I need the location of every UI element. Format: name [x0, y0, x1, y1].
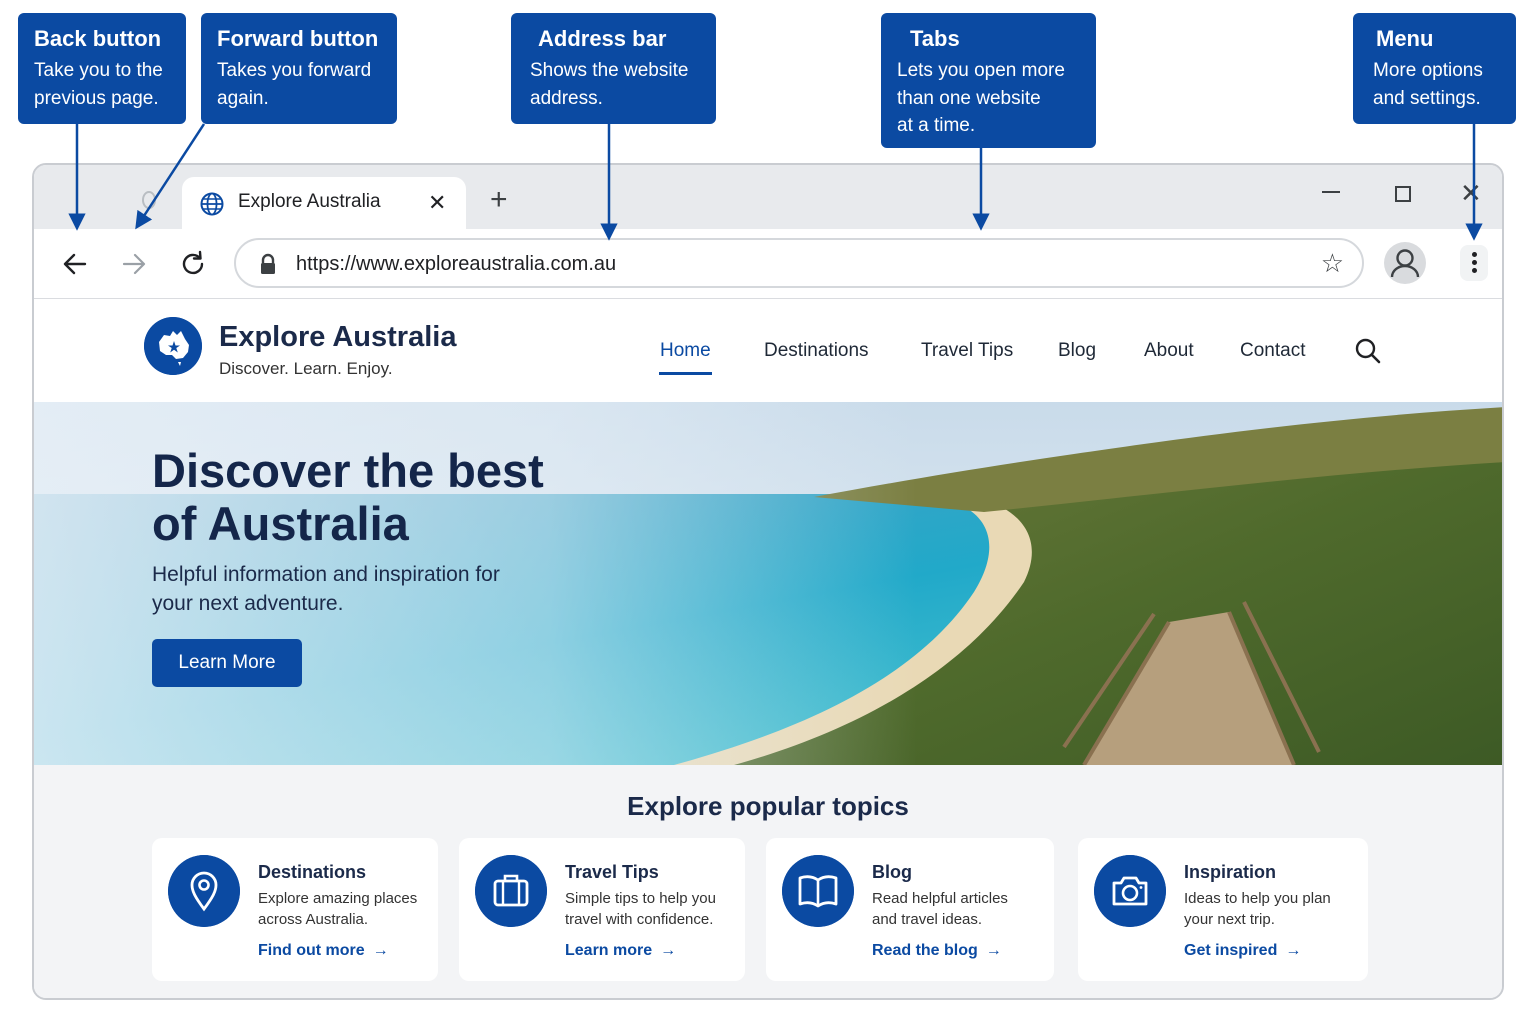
card-title: Blog	[872, 862, 912, 882]
arrow-right-icon: →	[372, 942, 389, 959]
camera-icon	[1094, 855, 1166, 927]
callout-back-button: Back button Take you to the previous pag…	[18, 13, 186, 124]
card-link[interactable]: Get inspired →	[1184, 942, 1301, 960]
callout-text: Shows the website	[530, 60, 689, 81]
nav-travel-tips[interactable]: Travel Tips	[921, 340, 1013, 362]
card-link[interactable]: Learn more →	[565, 942, 676, 960]
forward-button[interactable]	[119, 249, 149, 279]
callout-text: at a time.	[897, 115, 976, 136]
nav-home[interactable]: Home	[660, 340, 711, 362]
callout-text: previous page.	[34, 87, 159, 109]
callout-title: Tabs	[910, 26, 960, 51]
nav-active-indicator	[659, 372, 712, 375]
maximize-button[interactable]	[1395, 186, 1411, 202]
nav-contact[interactable]: Contact	[1240, 340, 1305, 362]
learn-more-button[interactable]: Learn More	[152, 639, 302, 687]
card-title: Inspiration	[1184, 862, 1277, 882]
site-header: Explore Australia Discover. Learn. Enjoy…	[34, 299, 1502, 402]
card-link[interactable]: Read the blog →	[872, 942, 1002, 960]
callout-text: than one website	[897, 87, 1041, 109]
inactive-tab-icon[interactable]	[142, 191, 156, 209]
topic-card-blog[interactable]: Blog Read helpful articles and travel id…	[766, 838, 1054, 981]
callout-title: Menu	[1376, 26, 1434, 51]
minimize-button[interactable]	[1322, 191, 1340, 193]
arrow-right-icon: →	[1285, 942, 1302, 959]
new-tab-button[interactable]: +	[490, 185, 508, 215]
card-link[interactable]: Find out more →	[258, 942, 389, 960]
arrow-right-icon: →	[985, 942, 1002, 959]
callout-text: and settings.	[1373, 87, 1481, 109]
nav-about[interactable]: About	[1144, 340, 1194, 362]
hero-banner: Discover the best of Australia Helpful i…	[34, 402, 1502, 765]
lock-icon	[261, 253, 275, 274]
callout-text: again.	[217, 87, 269, 109]
book-icon	[782, 855, 854, 927]
tab-close-icon[interactable]: ✕	[428, 190, 446, 216]
brand-name[interactable]: Explore Australia	[219, 321, 456, 354]
card-title: Destinations	[258, 862, 367, 882]
callout-menu: Menu More options and settings.	[1353, 13, 1516, 124]
callout-title: Forward button	[217, 26, 379, 51]
callout-forward-button: Forward button Takes you forward again.	[201, 13, 397, 124]
address-bar[interactable]: https://www.exploreaustralia.com.au ☆	[234, 238, 1364, 288]
hero-subtitle: Helpful information and inspiration for …	[152, 563, 500, 615]
map-pin-icon	[168, 855, 240, 927]
tab-explore-australia[interactable]: Explore Australia ✕	[182, 177, 466, 231]
callout-text: Lets you open more	[897, 60, 1065, 81]
card-description: Simple tips to help you travel with conf…	[565, 890, 716, 928]
bookmark-star-icon[interactable]: ☆	[1321, 250, 1344, 276]
callout-title: Back button	[34, 26, 162, 51]
callout-address-bar: Address bar Shows the website address.	[511, 13, 716, 124]
card-title: Travel Tips	[565, 862, 659, 882]
globe-icon	[200, 192, 224, 216]
topic-card-inspiration[interactable]: Inspiration Ideas to help you plan your …	[1078, 838, 1368, 981]
card-description: Ideas to help you plan your next trip.	[1184, 890, 1331, 928]
suitcase-icon	[475, 855, 547, 927]
url-text[interactable]: https://www.exploreaustralia.com.au	[296, 253, 616, 276]
australia-logo-icon[interactable]	[144, 317, 202, 375]
reload-button[interactable]	[178, 249, 208, 279]
card-description: Read helpful articles and travel ideas.	[872, 890, 1008, 928]
popular-topics-section: Explore popular topics Destinations Expl…	[34, 765, 1502, 998]
tab-strip: Explore Australia ✕ + ✕	[34, 165, 1502, 231]
person-icon	[1390, 249, 1420, 278]
nav-destinations[interactable]: Destinations	[764, 340, 869, 362]
browser-toolbar: https://www.exploreaustralia.com.au ☆	[34, 229, 1502, 299]
callout-tabs: Tabs Lets you open more than one website…	[881, 13, 1096, 148]
search-icon[interactable]	[1354, 337, 1382, 365]
arrow-right-icon: →	[660, 942, 677, 959]
topic-card-travel-tips[interactable]: Travel Tips Simple tips to help you trav…	[459, 838, 745, 981]
card-description: Explore amazing places across Australia.	[258, 890, 418, 928]
hero-title: Discover the best of Australia	[152, 444, 544, 550]
topic-card-destinations[interactable]: Destinations Explore amazing places acro…	[152, 838, 438, 981]
window-close-button[interactable]: ✕	[1460, 178, 1482, 209]
nav-blog[interactable]: Blog	[1058, 340, 1096, 362]
profile-avatar[interactable]	[1384, 242, 1426, 284]
callout-text: More options	[1373, 60, 1483, 81]
menu-button[interactable]	[1460, 245, 1488, 281]
tab-title: Explore Australia	[238, 191, 381, 212]
callout-title: Address bar	[538, 26, 667, 51]
callout-text: address.	[530, 87, 603, 109]
topics-heading: Explore popular topics	[627, 791, 909, 821]
browser-window: Explore Australia ✕ + ✕ https://www.expl…	[32, 163, 1504, 1000]
callout-text: Take you to the	[34, 60, 163, 81]
callout-text: Takes you forward	[217, 60, 372, 81]
back-button[interactable]	[60, 249, 90, 279]
brand-tagline: Discover. Learn. Enjoy.	[219, 359, 393, 378]
